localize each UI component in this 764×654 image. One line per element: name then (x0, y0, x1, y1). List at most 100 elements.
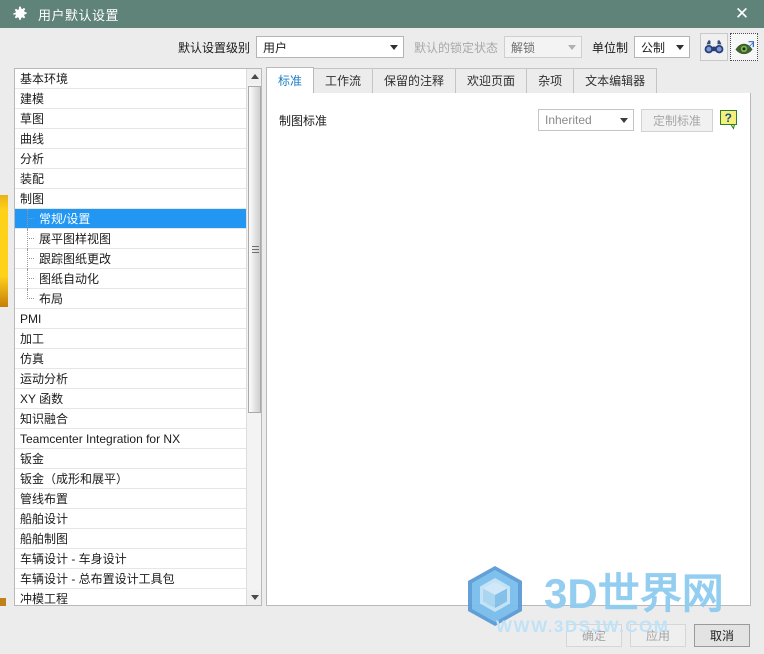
tree-item-7[interactable]: 常规/设置 (15, 209, 246, 229)
tree-item-label: 管线布置 (20, 492, 69, 506)
window-title: 用户默认设置 (38, 7, 120, 23)
scroll-up-button[interactable] (247, 69, 261, 84)
tree-item-label: 制图 (20, 192, 45, 206)
tab-2[interactable]: 保留的注释 (372, 68, 457, 93)
tree-item-11[interactable]: 布局 (15, 289, 246, 309)
tree-item-16[interactable]: XY 函数 (15, 389, 246, 409)
dialog-footer: 确定 应用 取消 (0, 606, 764, 654)
tree-item-5[interactable]: 装配 (15, 169, 246, 189)
tree-item-label: 图纸自动化 (39, 272, 100, 286)
tree-item-label: 仿真 (20, 352, 45, 366)
tree-item-label: 装配 (20, 172, 45, 186)
chevron-down-icon (385, 44, 403, 50)
tree-item-12[interactable]: PMI (15, 309, 246, 329)
cancel-button[interactable]: 取消 (694, 624, 750, 647)
tab-label: 欢迎页面 (467, 74, 516, 88)
tab-3[interactable]: 欢迎页面 (455, 68, 528, 93)
tree-item-label: 跟踪图纸更改 (39, 252, 112, 266)
tree-item-24[interactable]: 车辆设计 - 车身设计 (15, 549, 246, 569)
tree-item-23[interactable]: 船舶制图 (15, 529, 246, 549)
tree-item-label: 分析 (20, 152, 45, 166)
tree-item-label: 车辆设计 - 车身设计 (20, 552, 127, 566)
default-lock-state-value: 解锁 (510, 40, 535, 55)
binoculars-icon (704, 40, 724, 54)
tree-item-label: 船舶制图 (20, 532, 69, 546)
tree-item-14[interactable]: 仿真 (15, 349, 246, 369)
tree-item-label: 车辆设计 - 总布置设计工具包 (20, 572, 175, 586)
close-button[interactable]: ✕ (720, 0, 764, 28)
tree-item-20[interactable]: 钣金（成形和展平） (15, 469, 246, 489)
tab-5[interactable]: 文本编辑器 (573, 68, 658, 93)
user-defaults-dialog: 用户默认设置 ✕ 默认设置级别 用户 默认的锁定状态 解锁 单位制 公制 基本环… (0, 0, 764, 654)
tree-item-8[interactable]: 展平图样视图 (15, 229, 246, 249)
tree-item-label: 钣金（成形和展平） (20, 472, 129, 486)
tree-item-0[interactable]: 基本环境 (15, 69, 246, 89)
customize-standard-button: 定制标准 (641, 108, 713, 132)
application-tree-list[interactable]: 基本环境建模草图曲线分析装配制图常规/设置展平图样视图 跟踪图纸更改 图纸自动化布局… (15, 69, 246, 605)
tree-item-label: PMI (20, 312, 42, 326)
tab-label: 杂项 (538, 74, 563, 88)
tree-item-22[interactable]: 船舶设计 (15, 509, 246, 529)
tree-item-9[interactable]: 跟踪图纸更改 (15, 249, 246, 269)
tree-item-10[interactable]: 图纸自动化 (15, 269, 246, 289)
scroll-down-button[interactable] (247, 590, 261, 605)
find-default-button[interactable] (700, 33, 728, 61)
tree-item-19[interactable]: 钣金 (15, 449, 246, 469)
tree-item-26[interactable]: 冲模工程 (15, 589, 246, 606)
ok-button: 确定 (566, 624, 622, 647)
scroll-up-arrow-icon (250, 74, 259, 79)
tab-label: 保留的注释 (384, 74, 445, 88)
tree-item-18[interactable]: Teamcenter Integration for NX (15, 429, 246, 449)
tree-item-label: 布局 (39, 292, 64, 306)
eye-arrow-icon (735, 41, 754, 55)
gear-icon (13, 6, 27, 20)
tree-item-6[interactable]: 制图 (15, 189, 246, 209)
tree-item-label: 运动分析 (20, 372, 69, 386)
tree-item-3[interactable]: 曲线 (15, 129, 246, 149)
tree-item-2[interactable]: 草图 (15, 109, 246, 129)
drafting-standard-value: Inherited (545, 113, 592, 127)
tree-item-21[interactable]: 管线布置 (15, 489, 246, 509)
svg-text:?: ? (725, 111, 732, 125)
tree-item-13[interactable]: 加工 (15, 329, 246, 349)
chevron-down-icon (563, 44, 581, 50)
default-lock-state-combobox: 解锁 (503, 36, 582, 58)
tree-item-label: 常规/设置 (39, 212, 91, 226)
tree-item-15[interactable]: 运动分析 (15, 369, 246, 389)
tab-label: 工作流 (325, 74, 362, 88)
tab-label: 文本编辑器 (585, 74, 646, 88)
title-bar: 用户默认设置 ✕ (0, 0, 764, 28)
settings-tabstrip[interactable]: 标准 工作流 保留的注释 欢迎页面 杂项 文本编辑器 (266, 67, 751, 94)
tree-item-label: 草图 (20, 112, 45, 126)
help-question-icon[interactable]: ? (720, 110, 740, 130)
default-level-label: 默认设置级别 (177, 40, 250, 55)
tree-item-label: 建模 (20, 92, 45, 106)
drafting-standard-label: 制图标准 (279, 113, 328, 128)
tree-item-label: 冲模工程 (20, 592, 69, 606)
units-label: 单位制 (591, 40, 628, 55)
units-combobox[interactable]: 公制 (634, 36, 690, 58)
tree-item-1[interactable]: 建模 (15, 89, 246, 109)
default-level-value: 用户 (262, 40, 287, 55)
default-level-combobox[interactable]: 用户 (255, 36, 404, 58)
close-icon: ✕ (734, 3, 750, 24)
jump-to-setting-button[interactable] (730, 33, 758, 61)
tree-scrollbar[interactable] (246, 69, 261, 605)
tree-item-4[interactable]: 分析 (15, 149, 246, 169)
tree-item-25[interactable]: 车辆设计 - 总布置设计工具包 (15, 569, 246, 589)
tab-1[interactable]: 工作流 (313, 68, 374, 93)
tree-item-label: Teamcenter Integration for NX (20, 432, 181, 446)
tab-0[interactable]: 标准 (266, 67, 315, 93)
scrollbar-thumb[interactable] (248, 86, 261, 413)
settings-toolbar: 默认设置级别 用户 默认的锁定状态 解锁 单位制 公制 (0, 28, 764, 66)
tree-item-label: 展平图样视图 (39, 232, 112, 246)
tab-4[interactable]: 杂项 (526, 68, 575, 93)
settings-content-panel: 标准 工作流 保留的注释 欢迎页面 杂项 文本编辑器 制图标准 Inherited 定制标… (266, 67, 751, 606)
drafting-standard-combobox[interactable]: Inherited (538, 109, 634, 131)
tree-item-label: 知识融合 (20, 412, 69, 426)
footer-button-group: 确定 应用 取消 (558, 624, 750, 647)
tree-item-17[interactable]: 知识融合 (15, 409, 246, 429)
default-lock-state-label: 默认的锁定状态 (413, 40, 498, 55)
tree-item-label: 加工 (20, 332, 45, 346)
tree-item-label: XY 函数 (20, 392, 64, 406)
